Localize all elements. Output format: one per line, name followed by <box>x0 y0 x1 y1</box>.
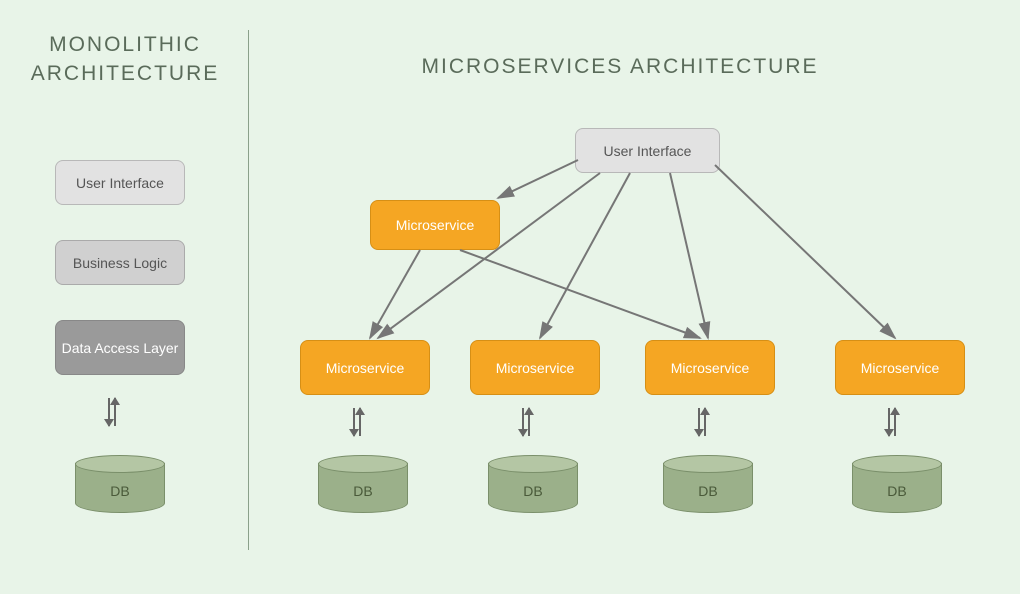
mono-data-box: Data Access Layer <box>55 320 185 375</box>
ms-top-box: Microservice <box>370 200 500 250</box>
section-divider <box>248 30 249 550</box>
ms-db-2: DB <box>488 455 578 515</box>
ms-db-arrows-2 <box>522 408 530 436</box>
ms-box-2: Microservice <box>470 340 600 395</box>
ms-db-arrows-1 <box>353 408 361 436</box>
mono-ui-box: User Interface <box>55 160 185 205</box>
monolithic-title: MONOLITHIC ARCHITECTURE <box>20 30 230 89</box>
mono-db: DB <box>75 455 165 515</box>
mono-db-label: DB <box>75 483 165 499</box>
ms-box-4: Microservice <box>835 340 965 395</box>
ms-db-label-3: DB <box>663 483 753 499</box>
ms-db-label-2: DB <box>488 483 578 499</box>
ms-box-1: Microservice <box>300 340 430 395</box>
ms-db-4: DB <box>852 455 942 515</box>
mono-logic-box: Business Logic <box>55 240 185 285</box>
ms-db-arrows-3 <box>698 408 706 436</box>
ms-db-3: DB <box>663 455 753 515</box>
ms-db-1: DB <box>318 455 408 515</box>
ms-db-label-4: DB <box>852 483 942 499</box>
mono-db-arrows <box>108 398 116 426</box>
microservices-title: MICROSERVICES ARCHITECTURE <box>420 55 820 79</box>
ms-ui-box: User Interface <box>575 128 720 173</box>
ms-box-3: Microservice <box>645 340 775 395</box>
ms-db-arrows-4 <box>888 408 896 436</box>
ms-db-label-1: DB <box>318 483 408 499</box>
